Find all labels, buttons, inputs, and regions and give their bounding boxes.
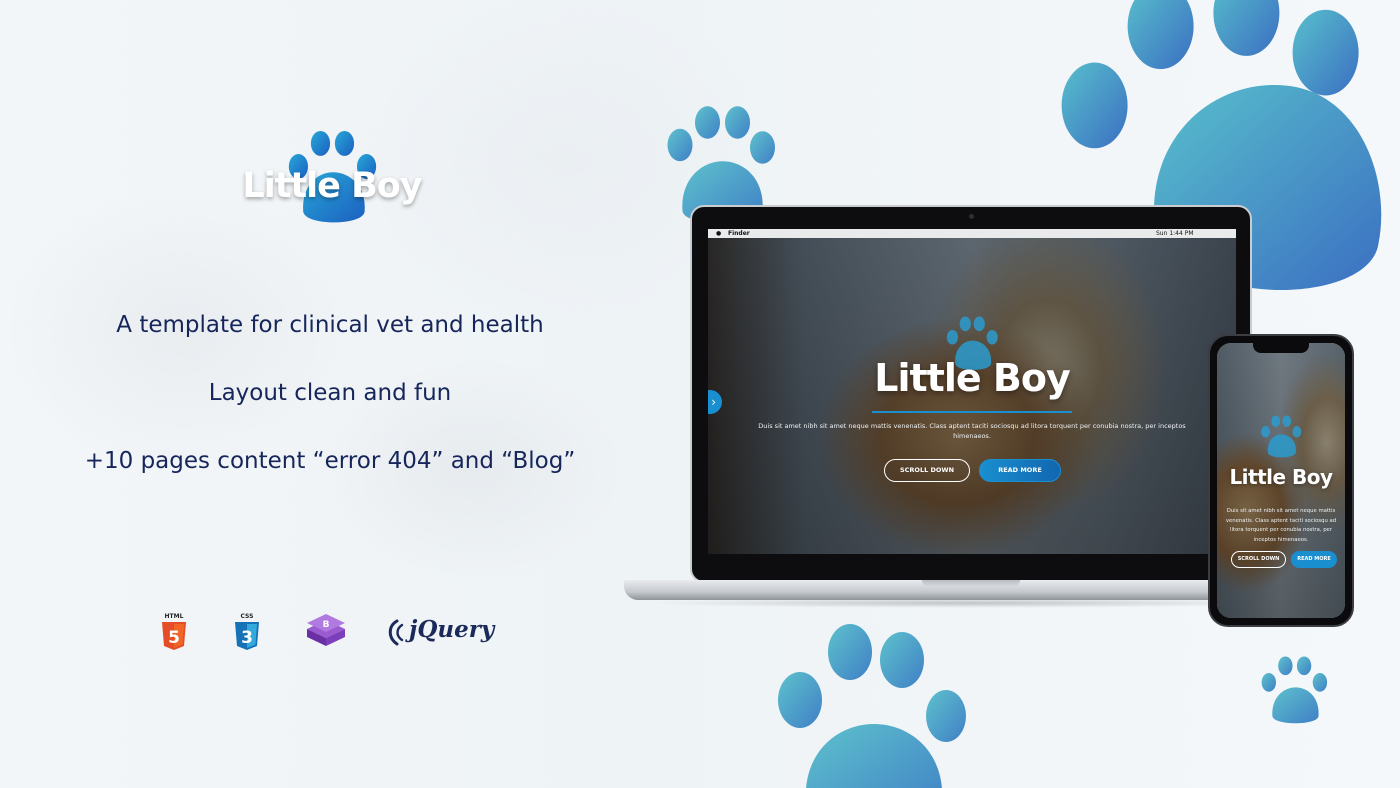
- phone-hero-description: Duis sit amet nibh sit amet neque mattis…: [1225, 508, 1337, 543]
- bootstrap-icon: B: [305, 612, 347, 652]
- phone-scroll-down-button[interactable]: SCROLL DOWN: [1231, 551, 1286, 568]
- jquery-label: jQuery: [409, 616, 495, 643]
- phone-hero-title: Little Boy: [1229, 465, 1333, 489]
- laptop-camera: [969, 214, 974, 219]
- phone-read-more-button[interactable]: READ MORE: [1291, 551, 1337, 568]
- svg-text:5: 5: [168, 628, 180, 648]
- apple-icon: ●: [716, 230, 722, 237]
- hero-title: Little Boy: [874, 356, 1070, 400]
- hero-description: Duis sit amet nibh sit amet neque mattis…: [758, 422, 1186, 440]
- logo-text: Little Boy: [242, 166, 422, 206]
- paw-print-icon: [760, 620, 980, 788]
- menubar-app-name: Finder: [728, 230, 750, 237]
- tagline-layout: Layout clean and fun: [208, 380, 452, 406]
- html5-icon: HTML 5: [160, 612, 188, 652]
- phone-screen: Little Boy Duis sit amet nibh sit amet n…: [1217, 343, 1345, 618]
- css3-icon: CSS 3: [233, 612, 261, 652]
- scroll-down-button[interactable]: SCROLL DOWN: [884, 459, 970, 482]
- laptop-screen: ● Finder Sun 1:44 PM › Little Boy Duis s…: [708, 229, 1236, 554]
- paw-print-icon: [1256, 655, 1332, 727]
- logo: Little Boy: [232, 130, 432, 230]
- phone-notch: [1253, 343, 1309, 353]
- mac-menubar: ● Finder Sun 1:44 PM: [708, 229, 1236, 238]
- tagline-template: A template for clinical vet and health: [116, 312, 544, 338]
- laptop-notch: [922, 580, 1020, 587]
- phone-hero-photo: Little Boy Duis sit amet nibh sit amet n…: [1217, 343, 1345, 618]
- jquery-icon: jQuery: [385, 612, 515, 652]
- laptop-mockup: ● Finder Sun 1:44 PM › Little Boy Duis s…: [690, 205, 1252, 583]
- hero-photo: › Little Boy Duis sit amet nibh sit amet…: [708, 238, 1236, 554]
- phone-mockup: Little Boy Duis sit amet nibh sit amet n…: [1208, 334, 1354, 627]
- read-more-button[interactable]: READ MORE: [979, 459, 1061, 482]
- svg-text:3: 3: [241, 628, 253, 648]
- hero-divider: [872, 411, 1072, 413]
- html-label: HTML: [165, 613, 184, 620]
- menubar-clock: Sun 1:44 PM: [1156, 230, 1194, 237]
- tagline-pages: +10 pages content “error 404” and “Blog”: [84, 448, 576, 474]
- css-label: CSS: [241, 613, 254, 620]
- phone-paw-icon: [1259, 415, 1303, 459]
- svg-text:B: B: [323, 620, 330, 630]
